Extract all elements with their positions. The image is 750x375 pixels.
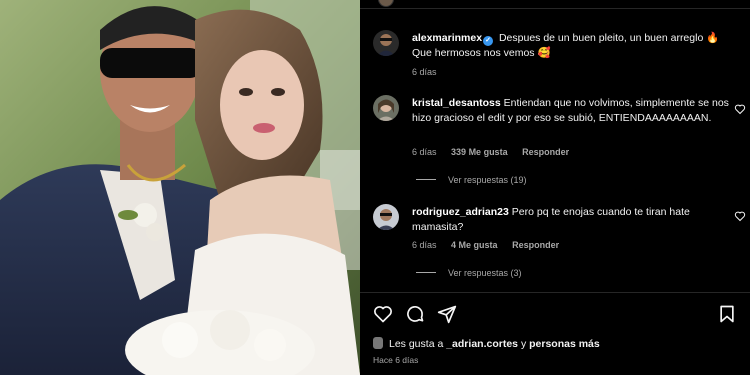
replies-line [416, 179, 436, 180]
post-photo [0, 0, 360, 375]
liker-username[interactable]: _adrian.cortes [446, 338, 518, 350]
comment-icon[interactable] [405, 304, 425, 324]
view-replies-label: Ver respuestas (3) [448, 268, 522, 278]
post-time: Hace 6 días [373, 355, 419, 365]
likes-and: y [520, 338, 527, 350]
comment-text: alexmarinmex ✓ Despues de un buen pleito,… [412, 31, 732, 61]
reply-button[interactable]: Responder [522, 147, 569, 157]
comment-meta: 6 días 4 Me gusta Responder [412, 240, 571, 250]
reply-button[interactable]: Responder [512, 240, 559, 250]
comments-panel: alexmarinmex ✓ Despues de un buen pleito,… [360, 0, 750, 375]
likes-more-link[interactable]: personas más [529, 338, 600, 350]
avatar[interactable] [373, 204, 399, 230]
heart-icon[interactable] [734, 210, 746, 222]
verified-badge-icon: ✓ [483, 36, 494, 46]
view-replies-label: Ver respuestas (19) [448, 175, 527, 185]
comment-username[interactable]: rodriguez_adrian23 [412, 206, 509, 218]
divider [360, 8, 750, 9]
likes-summary: Les gusta a _adrian.cortes y personas má… [373, 337, 600, 350]
replies-line [416, 272, 436, 273]
comment-username[interactable]: kristal_desantoss [412, 97, 501, 109]
view-replies-button[interactable]: Ver respuestas (3) [416, 268, 522, 278]
action-bar [360, 300, 750, 328]
avatar[interactable] [373, 30, 399, 56]
comment-username[interactable]: alexmarinmex [412, 32, 482, 44]
comment-time: 6 días [412, 147, 437, 157]
likes-prefix: Les gusta a [389, 338, 444, 350]
heart-icon[interactable] [734, 103, 746, 115]
liker-avatar [373, 337, 383, 349]
comment-meta: 6 días 339 Me gusta Responder [412, 147, 581, 157]
view-replies-button[interactable]: Ver respuestas (19) [416, 175, 527, 185]
divider [360, 292, 750, 293]
comment-likes[interactable]: 4 Me gusta [451, 240, 498, 250]
header-avatar[interactable] [378, 0, 394, 7]
comment-time: 6 días [412, 67, 437, 77]
post-photo-illustration [0, 0, 360, 375]
heart-icon[interactable] [373, 304, 393, 324]
comment-meta: 6 días [412, 67, 449, 77]
comment-time: 6 días [412, 240, 437, 250]
bookmark-icon[interactable] [717, 304, 737, 324]
comment-text: rodriguez_adrian23 Pero pq te enojas cua… [412, 205, 732, 234]
avatar[interactable] [373, 95, 399, 121]
comment-text: kristal_desantoss Entiendan que no volvi… [412, 96, 732, 125]
comment-likes[interactable]: 339 Me gusta [451, 147, 508, 157]
share-icon[interactable] [437, 304, 457, 324]
